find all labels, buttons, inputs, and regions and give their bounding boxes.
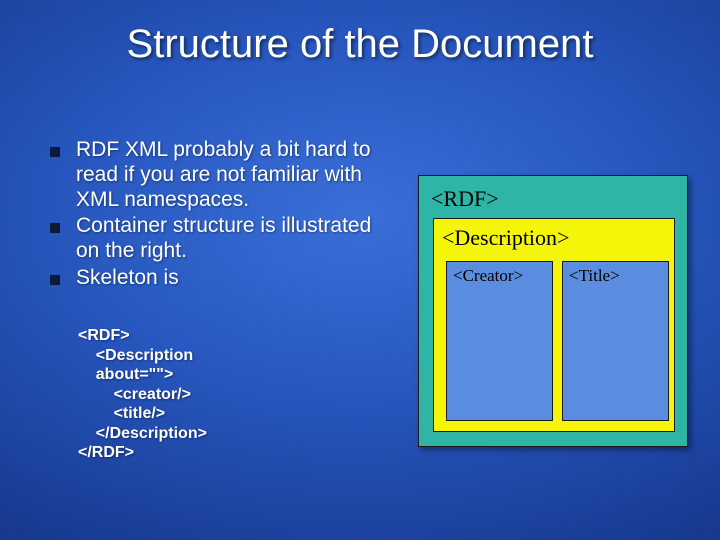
creator-box: <Creator> (446, 261, 553, 421)
rdf-label: <RDF> (431, 186, 499, 212)
slide: Structure of the Document RDF XML probab… (0, 0, 720, 540)
code-line: <RDF> (78, 326, 207, 346)
bullet-list: RDF XML probably a bit hard to read if y… (50, 138, 390, 293)
list-item: Skeleton is (50, 266, 390, 291)
code-line: </RDF> (78, 443, 207, 463)
creator-label: <Creator> (453, 266, 523, 286)
code-line: <title/> (78, 404, 207, 424)
rdf-container-box: <RDF> <Description> <Creator> <Title> (418, 175, 688, 447)
description-container-box: <Description> <Creator> <Title> (433, 218, 675, 432)
bullet-text: RDF XML probably a bit hard to read if y… (76, 138, 390, 212)
bullet-text: Skeleton is (76, 266, 179, 291)
slide-title: Structure of the Document (0, 22, 720, 67)
title-label: <Title> (569, 266, 620, 286)
bullet-icon (50, 223, 60, 233)
bullet-text: Container structure is illustrated on th… (76, 214, 390, 264)
code-line: </Description> (78, 424, 207, 444)
code-line: about=""> (78, 365, 207, 385)
bullet-icon (50, 147, 60, 157)
code-snippet: <RDF> <Description about=""> <creator/> … (78, 326, 207, 463)
list-item: Container structure is illustrated on th… (50, 214, 390, 264)
list-item: RDF XML probably a bit hard to read if y… (50, 138, 390, 212)
code-line: <Description (78, 346, 207, 366)
code-line: <creator/> (78, 385, 207, 405)
description-label: <Description> (442, 225, 569, 251)
bullet-icon (50, 275, 60, 285)
title-box: <Title> (562, 261, 669, 421)
